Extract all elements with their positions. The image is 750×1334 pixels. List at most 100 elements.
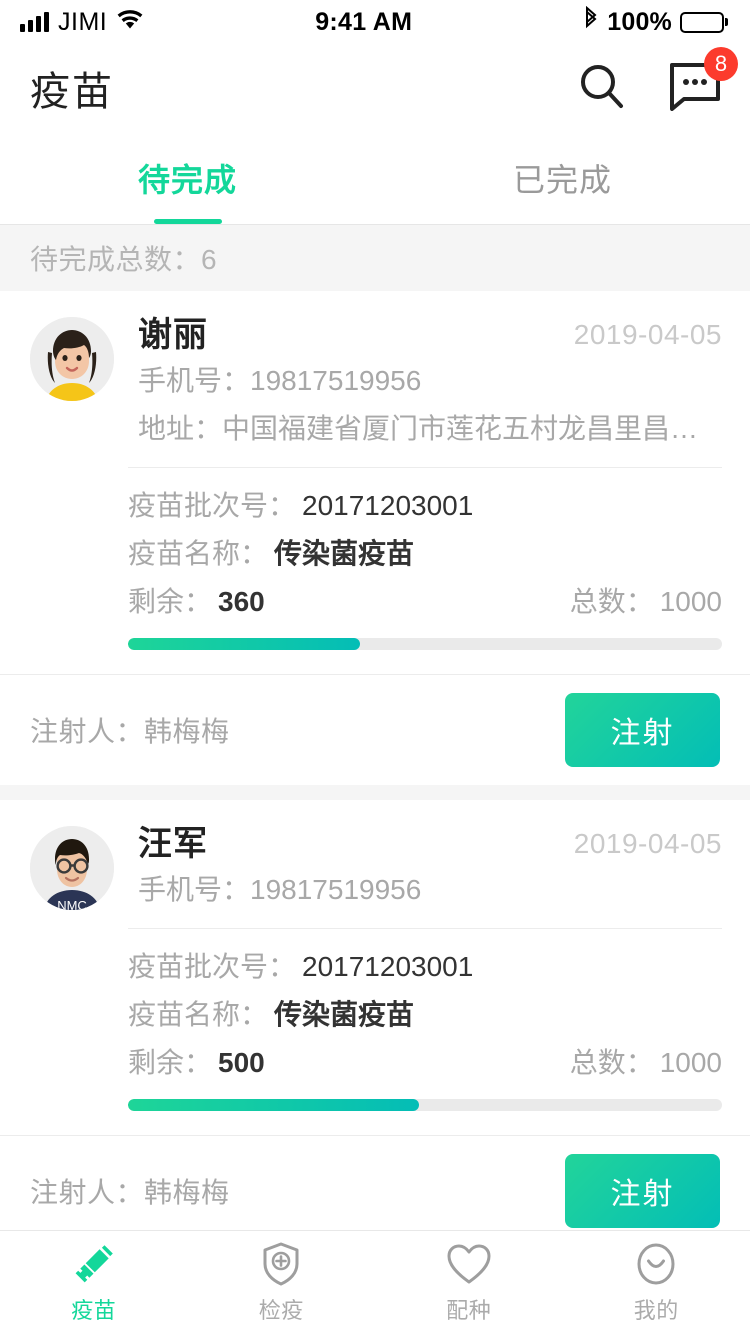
signal-bars-icon: [20, 12, 49, 32]
tab-pending-label: 待完成: [137, 162, 237, 198]
vaccine-name-value: 传染菌疫苗: [274, 999, 415, 1030]
vaccine-name-row: 疫苗名称： 传染菌疫苗: [128, 530, 722, 578]
total-value: 1000: [659, 1047, 722, 1078]
stock-row: 剩余： 500 总数： 1000: [128, 1039, 722, 1087]
batch-value: 20171203001: [302, 951, 474, 982]
card-identity: 谢丽 2019-04-05 手机号：19817519956 地址：中国福建省厦门…: [114, 313, 722, 453]
nav-item-quarantine-label: 检疫: [258, 1297, 304, 1323]
total-label: 总数：: [569, 1047, 654, 1078]
page-title: 疫苗: [30, 70, 114, 114]
phone-label: 手机号：: [138, 365, 251, 396]
name-row: 谢丽 2019-04-05: [138, 313, 722, 357]
smiley-face-icon: [635, 1241, 677, 1287]
remaining-value: 360: [218, 586, 265, 617]
injector-label: 注射人：: [30, 716, 145, 747]
address-value: 中国福建省厦门市莲花五村龙昌里昌里号…: [222, 413, 722, 444]
battery-percent-label: 100%: [607, 7, 672, 36]
card-vaccine-info: 疫苗批次号： 20171203001 疫苗名称： 传染菌疫苗 剩余： 360 总数： 1…: [0, 468, 750, 650]
card-header: NMC 汪军 2019-04-05 手机号：19817519956: [0, 800, 750, 914]
search-icon: [576, 60, 628, 117]
vaccine-name-label: 疫苗名称：: [128, 538, 269, 569]
syringe-icon: [71, 1241, 117, 1287]
svg-text:NMC: NMC: [57, 898, 87, 910]
remaining-value: 500: [218, 1047, 265, 1078]
summary-bar: 待完成总数：6: [0, 225, 750, 291]
battery-full-icon: [679, 11, 728, 33]
vaccine-name-row: 疫苗名称： 传染菌疫苗: [128, 991, 722, 1039]
shield-plus-icon: [260, 1241, 302, 1287]
inject-button[interactable]: 注射: [565, 693, 720, 767]
injector-row: 注射人：韩梅梅: [30, 1171, 230, 1211]
heart-icon: [446, 1241, 492, 1287]
nav-item-breeding-label: 配种: [446, 1297, 492, 1323]
bluetooth-icon: [583, 5, 599, 39]
app-header: 疫苗 8: [0, 44, 750, 132]
message-badge: 8: [704, 46, 738, 81]
card-footer: 注射人：韩梅梅 注射: [0, 675, 750, 785]
task-card[interactable]: 谢丽 2019-04-05 手机号：19817519956 地址：中国福建省厦门…: [0, 291, 750, 785]
task-date: 2019-04-05: [573, 319, 722, 350]
nav-item-quarantine[interactable]: 检疫: [188, 1231, 376, 1334]
person-name: 谢丽: [138, 316, 208, 354]
injector-label: 注射人：: [30, 1177, 145, 1208]
remaining-label: 剩余：: [128, 586, 213, 617]
phone-label: 手机号：: [138, 874, 251, 905]
task-card[interactable]: NMC 汪军 2019-04-05 手机号：19817519956 疫苗批次号：…: [0, 800, 750, 1230]
stock-progress-fill: [128, 638, 360, 650]
carrier-label: JIMI: [58, 7, 108, 36]
phone-value: 19817519956: [250, 874, 422, 905]
nav-item-vaccine-label: 疫苗: [71, 1297, 117, 1323]
total-group: 总数： 1000: [570, 578, 722, 626]
card-header: 谢丽 2019-04-05 手机号：19817519956 地址：中国福建省厦门…: [0, 291, 750, 453]
stock-progress-fill: [128, 1099, 420, 1111]
total-label: 总数：: [569, 586, 654, 617]
avatar-man-glasses: NMC: [30, 826, 114, 910]
phone-row: 手机号：19817519956: [138, 866, 722, 914]
card-footer: 注射人：韩梅梅 注射: [0, 1136, 750, 1230]
status-bar-left: JIMI: [20, 8, 144, 37]
batch-row: 疫苗批次号： 20171203001: [128, 943, 722, 991]
batch-value: 20171203001: [302, 490, 474, 521]
card-vaccine-info: 疫苗批次号： 20171203001 疫苗名称： 传染菌疫苗 剩余： 500 总数： 1…: [0, 929, 750, 1111]
avatar-woman-yellow-top: [30, 317, 114, 401]
vaccine-name-label: 疫苗名称：: [128, 999, 269, 1030]
nav-item-profile[interactable]: 我的: [563, 1231, 750, 1334]
injector-value: 韩梅梅: [144, 1177, 230, 1208]
stock-row: 剩余： 360 总数： 1000: [128, 578, 722, 626]
batch-label: 疫苗批次号：: [128, 490, 297, 521]
header-actions: 8: [576, 46, 738, 117]
tab-completed[interactable]: 已完成: [375, 132, 750, 224]
inject-button[interactable]: 注射: [565, 1154, 720, 1228]
address-row: 地址：中国福建省厦门市莲花五村龙昌里昌里号…: [138, 405, 722, 453]
person-name: 汪军: [138, 825, 208, 863]
remaining-group: 剩余： 500: [128, 1039, 265, 1087]
nav-item-vaccine[interactable]: 疫苗: [0, 1231, 188, 1334]
status-bar-right: 100%: [583, 5, 728, 39]
messages-button[interactable]: 8: [668, 46, 738, 116]
task-list[interactable]: 谢丽 2019-04-05 手机号：19817519956 地址：中国福建省厦门…: [0, 291, 750, 1230]
app-screen: JIMI 9:41 AM 100% 疫苗 8 待完成 已完成 待完成总数：6 谢…: [0, 0, 750, 1334]
total-value: 1000: [659, 586, 722, 617]
nav-item-breeding[interactable]: 配种: [375, 1231, 563, 1334]
batch-label: 疫苗批次号：: [128, 951, 297, 982]
tab-bar: 待完成 已完成: [0, 132, 750, 224]
search-button[interactable]: [576, 60, 628, 117]
vaccine-name-value: 传染菌疫苗: [274, 538, 415, 569]
nav-item-profile-label: 我的: [633, 1297, 679, 1323]
tab-completed-label: 已完成: [512, 162, 612, 198]
status-bar: JIMI 9:41 AM 100%: [0, 0, 750, 44]
batch-row: 疫苗批次号： 20171203001: [128, 482, 722, 530]
avatar: NMC: [30, 826, 114, 910]
avatar: [30, 317, 114, 401]
injector-row: 注射人：韩梅梅: [30, 710, 230, 750]
injector-value: 韩梅梅: [144, 716, 230, 747]
tab-pending[interactable]: 待完成: [0, 132, 375, 224]
total-group: 总数： 1000: [570, 1039, 722, 1087]
status-bar-clock: 9:41 AM: [315, 7, 413, 36]
wifi-icon: [116, 8, 144, 37]
remaining-label: 剩余：: [128, 1047, 213, 1078]
phone-value: 19817519956: [250, 365, 422, 396]
bottom-nav: 疫苗 检疫 配种 我的: [0, 1230, 750, 1334]
address-label: 地址：: [138, 413, 223, 444]
task-date: 2019-04-05: [573, 828, 722, 859]
